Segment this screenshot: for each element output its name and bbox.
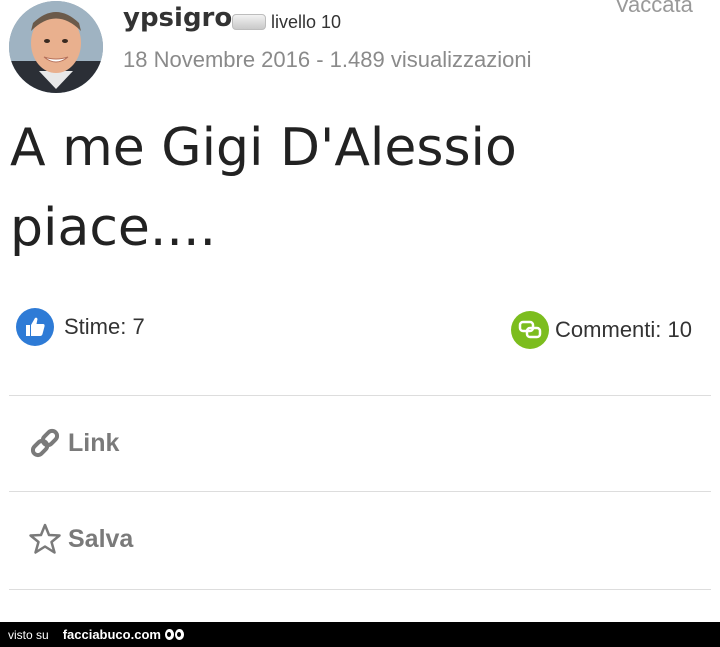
level-label: livello 10	[271, 12, 342, 32]
vote-label[interactable]: Vaccata	[615, 0, 693, 18]
footer-brand[interactable]: facciabuco.com	[63, 627, 161, 642]
stime-button[interactable]: Stime: 7	[16, 308, 145, 346]
post-meta: 18 Novembre 2016 - 1.489 visualizzazioni	[123, 47, 532, 72]
author-name[interactable]: ypsigro	[123, 3, 232, 33]
post-title: A me Gigi D'Alessio piace....	[10, 108, 710, 268]
link-icon	[28, 426, 62, 460]
footer-visto-su: visto su	[8, 627, 49, 642]
post-title-line-2: piace....	[10, 198, 217, 258]
comment-icon	[511, 311, 550, 349]
avatar-photo	[9, 1, 103, 93]
eyes-logo-icon	[164, 629, 185, 640]
thumbs-up-icon	[16, 308, 54, 346]
post-title-line-1: A me Gigi D'Alessio	[10, 118, 517, 178]
divider	[9, 395, 711, 396]
avatar[interactable]	[9, 1, 103, 93]
divider	[9, 589, 711, 590]
commenti-count: Commenti: 10	[555, 317, 692, 342]
link-label: Link	[68, 428, 120, 457]
salva-button[interactable]: Salva	[28, 522, 133, 556]
divider	[9, 491, 711, 492]
commenti-button[interactable]: Commenti: 10	[511, 311, 692, 349]
footer-bar: visto su facciabuco.com	[0, 622, 720, 647]
link-button[interactable]: Link	[28, 426, 119, 460]
star-icon	[28, 522, 62, 556]
salva-label: Salva	[68, 524, 134, 553]
stime-count: Stime: 7	[64, 314, 145, 339]
level-badge	[232, 14, 266, 30]
